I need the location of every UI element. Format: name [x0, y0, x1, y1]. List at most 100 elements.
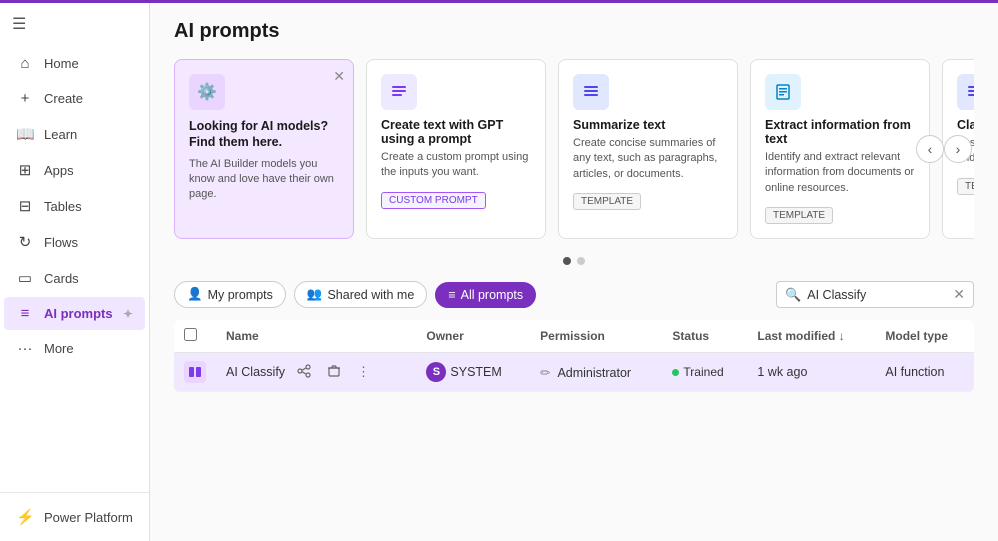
- status-badge: Trained: [672, 365, 723, 379]
- sidebar-item-label: Flows: [44, 235, 78, 250]
- all-prompts-label: All prompts: [461, 288, 524, 302]
- row-more-button[interactable]: ⋮: [353, 362, 374, 382]
- sidebar-item-power-platform[interactable]: ⚡ Power Platform: [4, 500, 145, 534]
- carousel-prev-button[interactable]: ‹: [916, 135, 944, 163]
- create-icon: +: [16, 90, 34, 107]
- sidebar: ☰ ⌂ Home + Create 📖 Learn ⊞ Apps ⊟ Table…: [0, 0, 150, 541]
- summarize-title: Summarize text: [573, 118, 723, 132]
- carousel-wrapper: ✕ ⚙️ Looking for AI models? Find them he…: [174, 59, 974, 239]
- all-prompts-filter[interactable]: ≡ All prompts: [435, 282, 536, 308]
- more-icon: ···: [16, 340, 34, 357]
- sidebar-item-label: Apps: [44, 163, 74, 178]
- apps-icon: ⊞: [16, 161, 34, 179]
- table-header-row: Name Owner Permission Status Last modifi…: [174, 320, 974, 353]
- chevron-left-icon: ‹: [928, 141, 933, 157]
- hamburger-button[interactable]: ☰: [0, 6, 149, 42]
- classify-badge: TEMPLATE: [957, 178, 974, 195]
- carousel-next-button[interactable]: ›: [944, 135, 972, 163]
- promo-card-title: Looking for AI models? Find them here.: [189, 118, 339, 151]
- sidebar-item-label: Cards: [44, 271, 79, 286]
- row-share-button[interactable]: [293, 362, 315, 383]
- row-permission-cell: ✏ Administrator: [530, 353, 662, 392]
- sidebar-item-label: Power Platform: [44, 510, 133, 525]
- create-gpt-desc: Create a custom prompt using the inputs …: [381, 150, 531, 181]
- th-checkbox: [174, 320, 216, 353]
- status-label: Trained: [683, 365, 723, 379]
- row-status-cell: Trained: [662, 353, 747, 392]
- learn-icon: 📖: [16, 125, 34, 143]
- page-title: AI prompts: [174, 20, 974, 43]
- filter-bar: 👤 My prompts 👥 Shared with me ≡ All prom…: [174, 281, 974, 308]
- my-prompts-icon: 👤: [187, 287, 203, 302]
- select-all-checkbox[interactable]: [184, 328, 197, 341]
- sidebar-item-apps[interactable]: ⊞ Apps: [4, 153, 145, 187]
- row-name: AI Classify: [226, 365, 285, 379]
- sidebar-item-tables[interactable]: ⊟ Tables: [4, 189, 145, 223]
- sidebar-item-more[interactable]: ··· More: [4, 332, 145, 365]
- permission-icon: ✏: [540, 366, 550, 380]
- extract-badge: TEMPLATE: [765, 207, 833, 224]
- template-card-extract[interactable]: Extract information from text Identify a…: [750, 59, 930, 239]
- create-gpt-icon: [381, 74, 417, 110]
- shared-with-me-label: Shared with me: [327, 288, 414, 302]
- search-clear-button[interactable]: ✕: [953, 286, 965, 303]
- my-prompts-label: My prompts: [208, 288, 273, 302]
- shared-icon: 👥: [307, 287, 323, 302]
- template-card-summarize[interactable]: Summarize text Create concise summaries …: [558, 59, 738, 239]
- row-icon: [184, 361, 206, 383]
- summarize-badge: TEMPLATE: [573, 193, 641, 210]
- sidebar-item-label: AI prompts: [44, 306, 113, 321]
- search-input[interactable]: [807, 288, 947, 302]
- row-model-type-cell: AI function: [875, 353, 974, 392]
- sidebar-item-ai-prompts[interactable]: ≡ AI prompts ✦: [4, 297, 145, 330]
- summarize-desc: Create concise summaries of any text, su…: [573, 136, 723, 182]
- th-permission: Permission: [530, 320, 662, 353]
- prompts-table: Name Owner Permission Status Last modifi…: [174, 320, 974, 392]
- extract-icon: [765, 74, 801, 110]
- my-prompts-filter[interactable]: 👤 My prompts: [174, 281, 286, 308]
- extract-desc: Identify and extract relevant informatio…: [765, 150, 915, 196]
- th-model-type: Model type: [875, 320, 974, 353]
- power-platform-icon: ⚡: [16, 508, 34, 526]
- th-status: Status: [662, 320, 747, 353]
- sidebar-item-label: Home: [44, 56, 79, 71]
- sidebar-item-label: Create: [44, 91, 83, 106]
- sidebar-bottom: ⚡ Power Platform: [0, 492, 149, 541]
- th-owner: Owner: [416, 320, 530, 353]
- sidebar-item-cards[interactable]: ▭ Cards: [4, 261, 145, 295]
- summarize-icon: [573, 74, 609, 110]
- shared-with-me-filter[interactable]: 👥 Shared with me: [294, 281, 427, 308]
- row-last-modified-cell: 1 wk ago: [747, 353, 875, 392]
- row-checkbox-cell: [174, 353, 216, 392]
- classify-icon: [957, 74, 974, 110]
- sidebar-item-home[interactable]: ⌂ Home: [4, 47, 145, 80]
- search-icon: 🔍: [785, 287, 801, 303]
- ai-prompts-pin-icon: ✦: [123, 307, 133, 321]
- th-name: Name: [216, 320, 416, 353]
- row-delete-button[interactable]: [323, 362, 345, 383]
- row-name-cell: AI Classify ⋮: [216, 353, 416, 392]
- pagination-dot-2[interactable]: [577, 257, 585, 265]
- owner-name: SYSTEM: [450, 365, 501, 379]
- cards-carousel: › ‹ ✕ ⚙️ Looking for AI models? Find the…: [174, 59, 974, 239]
- promo-close-button[interactable]: ✕: [333, 68, 345, 85]
- sidebar-item-flows[interactable]: ↻ Flows: [4, 225, 145, 259]
- extract-title: Extract information from text: [765, 118, 915, 146]
- chevron-right-icon: ›: [956, 141, 961, 157]
- sidebar-item-create[interactable]: + Create: [4, 82, 145, 115]
- last-modified-label: 1 wk ago: [757, 365, 807, 379]
- promo-card-desc: The AI Builder models you know and love …: [189, 157, 339, 203]
- flows-icon: ↻: [16, 233, 34, 251]
- template-card-create-gpt[interactable]: Create text with GPT using a prompt Crea…: [366, 59, 546, 239]
- sidebar-item-label: More: [44, 341, 74, 356]
- all-prompts-icon: ≡: [448, 288, 455, 302]
- create-gpt-badge: CUSTOM PROMPT: [381, 192, 486, 209]
- promo-card-icon: ⚙️: [189, 74, 225, 110]
- table-row[interactable]: AI Classify ⋮: [174, 353, 974, 392]
- sidebar-item-label: Tables: [44, 199, 82, 214]
- cards-icon: ▭: [16, 269, 34, 287]
- th-last-modified[interactable]: Last modified ↓: [747, 320, 875, 353]
- sidebar-item-learn[interactable]: 📖 Learn: [4, 117, 145, 151]
- home-icon: ⌂: [16, 55, 34, 72]
- pagination-dot-1[interactable]: [563, 257, 571, 265]
